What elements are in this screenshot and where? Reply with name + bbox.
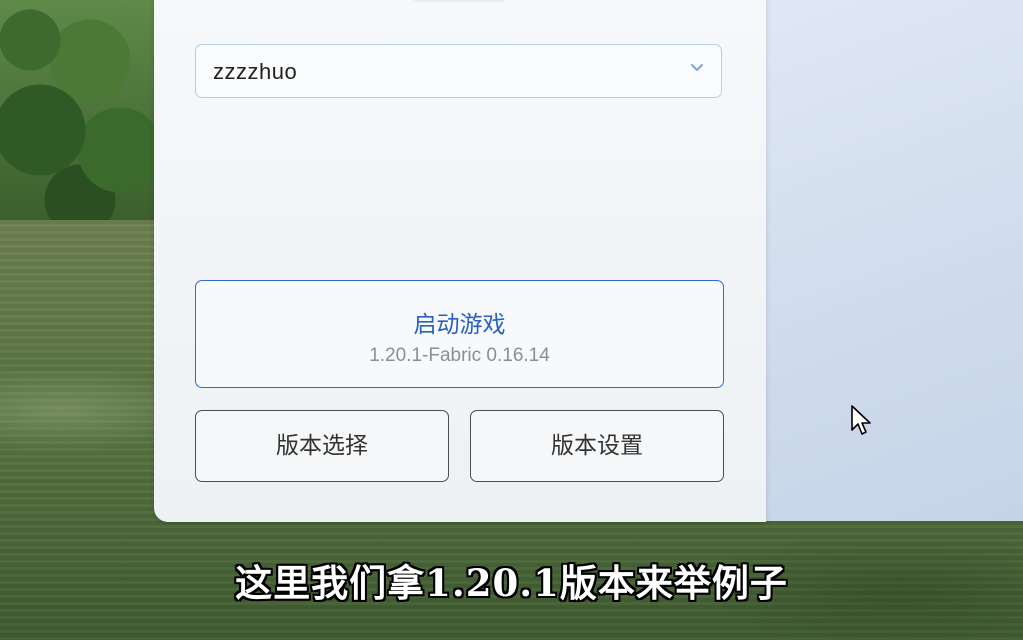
launch-game-button[interactable]: 启动游戏 1.20.1-Fabric 0.16.14 <box>195 280 724 388</box>
launch-game-label: 启动游戏 <box>413 312 506 338</box>
right-panel <box>765 0 1023 521</box>
version-select-button[interactable]: 版本选择 <box>195 410 449 482</box>
background-trees <box>0 0 170 220</box>
mouse-cursor-icon <box>851 405 871 435</box>
account-select[interactable]: zzzzhuo <box>195 44 722 98</box>
version-settings-button[interactable]: 版本设置 <box>470 410 724 482</box>
launch-version-label: 1.20.1-Fabric 0.16.14 <box>369 345 550 366</box>
account-select-value: zzzzhuo <box>213 59 298 84</box>
video-subtitle: 这里我们拿1.20.1版本来举例子 <box>235 561 788 605</box>
chevron-down-icon <box>691 64 703 71</box>
top-tab <box>409 0 509 2</box>
launcher-card: zzzzhuo 启动游戏 1.20.1-Fabric 0.16.14 版本选择 … <box>154 0 766 522</box>
